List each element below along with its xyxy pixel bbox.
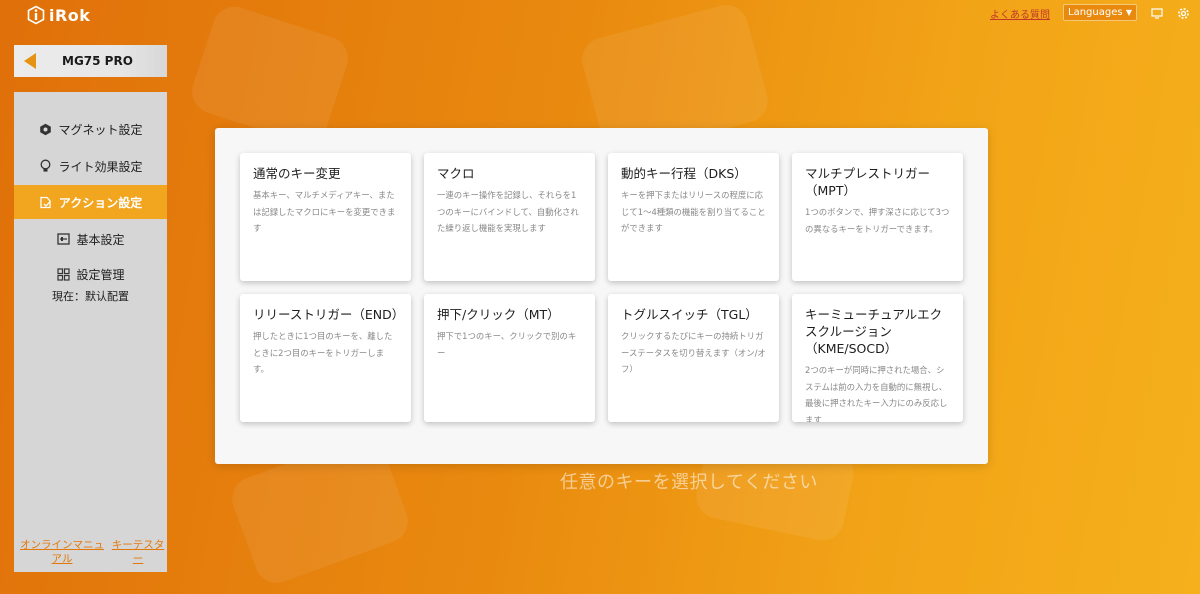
card-description: 2つのキーが同時に押された場合、システムは前の入力を自動的に無視し、最後に押され… (805, 365, 948, 422)
sidebar-item-label: 基本設定 (76, 232, 125, 247)
action-card-dks[interactable]: 動的キー行程（DKS） キーを押下またはリリースの程度に応じて1～4種類の機能を… (608, 153, 779, 281)
window-icon[interactable] (1150, 6, 1164, 20)
select-key-hint: 任意のキーを選択してください (560, 472, 818, 493)
faq-link[interactable]: よくある質問 (990, 6, 1050, 21)
settings-panel-icon (56, 232, 70, 246)
online-manual-link[interactable]: オンラインマニュアル (16, 538, 108, 566)
action-card-key-remap[interactable]: 通常のキー変更 基本キー、マルチメディアキー、または記録したマクロにキーを変更で… (240, 153, 411, 281)
sidebar-item-label: マグネット設定 (58, 122, 143, 137)
sidebar: マグネット設定 ライト効果設定 アクション設定 基本設定 設定管理 現在：默认配… (14, 92, 167, 572)
magnet-hex-icon (38, 122, 52, 136)
background-shape (186, 1, 354, 149)
action-card-mt[interactable]: 押下/クリック（MT） 押下で1つのキー、クリックで別のキー (424, 294, 595, 422)
current-profile: 現在：默认配置 (52, 290, 129, 303)
action-settings-panel: 通常のキー変更 基本キー、マルチメディアキー、または記録したマクロにキーを変更で… (215, 128, 988, 464)
card-description: 基本キー、マルチメディアキー、または記録したマクロにキーを変更できます (253, 190, 396, 233)
sidebar-item-lighting[interactable]: ライト効果設定 (14, 149, 167, 183)
card-title: マルチプレストリガー（MPT） (805, 166, 931, 198)
lightbulb-icon (38, 159, 52, 173)
card-title: マクロ (437, 166, 475, 181)
card-title: リリーストリガー（END） (253, 307, 405, 322)
logo-icon (27, 5, 45, 25)
logo-text: iRok (49, 5, 91, 25)
action-card-kme-socd[interactable]: キーミューチュアルエクスクルージョン（KME/SOCD） 2つのキーが同時に押さ… (792, 294, 963, 422)
card-description: 1つのボタンで、押す深さに応じて3つの異なるキーをトリガーできます。 (805, 207, 950, 234)
action-card-macro[interactable]: マクロ 一連のキー操作を記録し、それらを1つのキーにバインドして、自動化された繰… (424, 153, 595, 281)
sidebar-item-label: ライト効果設定 (58, 159, 143, 174)
sidebar-item-label: アクション設定 (58, 195, 143, 210)
language-select[interactable]: Languages ▼ (1063, 4, 1137, 21)
language-select-label: Languages (1068, 7, 1123, 18)
app-logo: iRok (26, 4, 90, 26)
gear-icon[interactable] (1176, 6, 1190, 20)
sidebar-item-management[interactable]: 設定管理 (14, 257, 167, 291)
sidebar-item-action[interactable]: アクション設定 (14, 185, 167, 219)
sidebar-item-basic[interactable]: 基本設定 (14, 222, 167, 256)
device-name: MG75 PRO (62, 54, 133, 68)
device-header: MG75 PRO (14, 45, 167, 77)
action-card-mpt[interactable]: マルチプレストリガー（MPT） 1つのボタンで、押す深さに応じて3つの異なるキー… (792, 153, 963, 281)
card-description: 押したときに1つ目のキーを、離したときに2つ目のキーをトリガーします。 (253, 331, 393, 374)
action-icon (39, 195, 53, 209)
key-tester-link[interactable]: キーテスター (111, 538, 165, 566)
grid-icon (56, 267, 70, 281)
card-title: 動的キー行程（DKS） (621, 166, 747, 181)
action-card-tgl[interactable]: トグルスイッチ（TGL） クリックするたびにキーの持続トリガーステータスを切り替… (608, 294, 779, 422)
card-title: トグルスイッチ（TGL） (621, 307, 758, 322)
card-description: 押下で1つのキー、クリックで別のキー (437, 331, 577, 358)
footer-links: オンラインマニュアル キーテスター (14, 538, 167, 566)
sidebar-item-label: 設定管理 (76, 267, 125, 282)
card-description: 一連のキー操作を記録し、それらを1つのキーにバインドして、自動化された繰り返し機… (437, 190, 579, 233)
action-card-end[interactable]: リリーストリガー（END） 押したときに1つ目のキーを、離したときに2つ目のキー… (240, 294, 411, 422)
back-arrow-icon[interactable] (24, 53, 36, 69)
card-description: キーを押下またはリリースの程度に応じて1～4種類の機能を割り当てることができます (621, 190, 766, 233)
card-title: 通常のキー変更 (253, 166, 341, 181)
chevron-down-icon: ▼ (1125, 8, 1132, 17)
sidebar-item-magnet[interactable]: マグネット設定 (14, 112, 167, 146)
card-title: キーミューチュアルエクスクルージョン（KME/SOCD） (805, 307, 943, 356)
card-title: 押下/クリック（MT） (437, 307, 560, 322)
card-description: クリックするたびにキーの持続トリガーステータスを切り替えます（オン/オフ） (621, 331, 766, 374)
